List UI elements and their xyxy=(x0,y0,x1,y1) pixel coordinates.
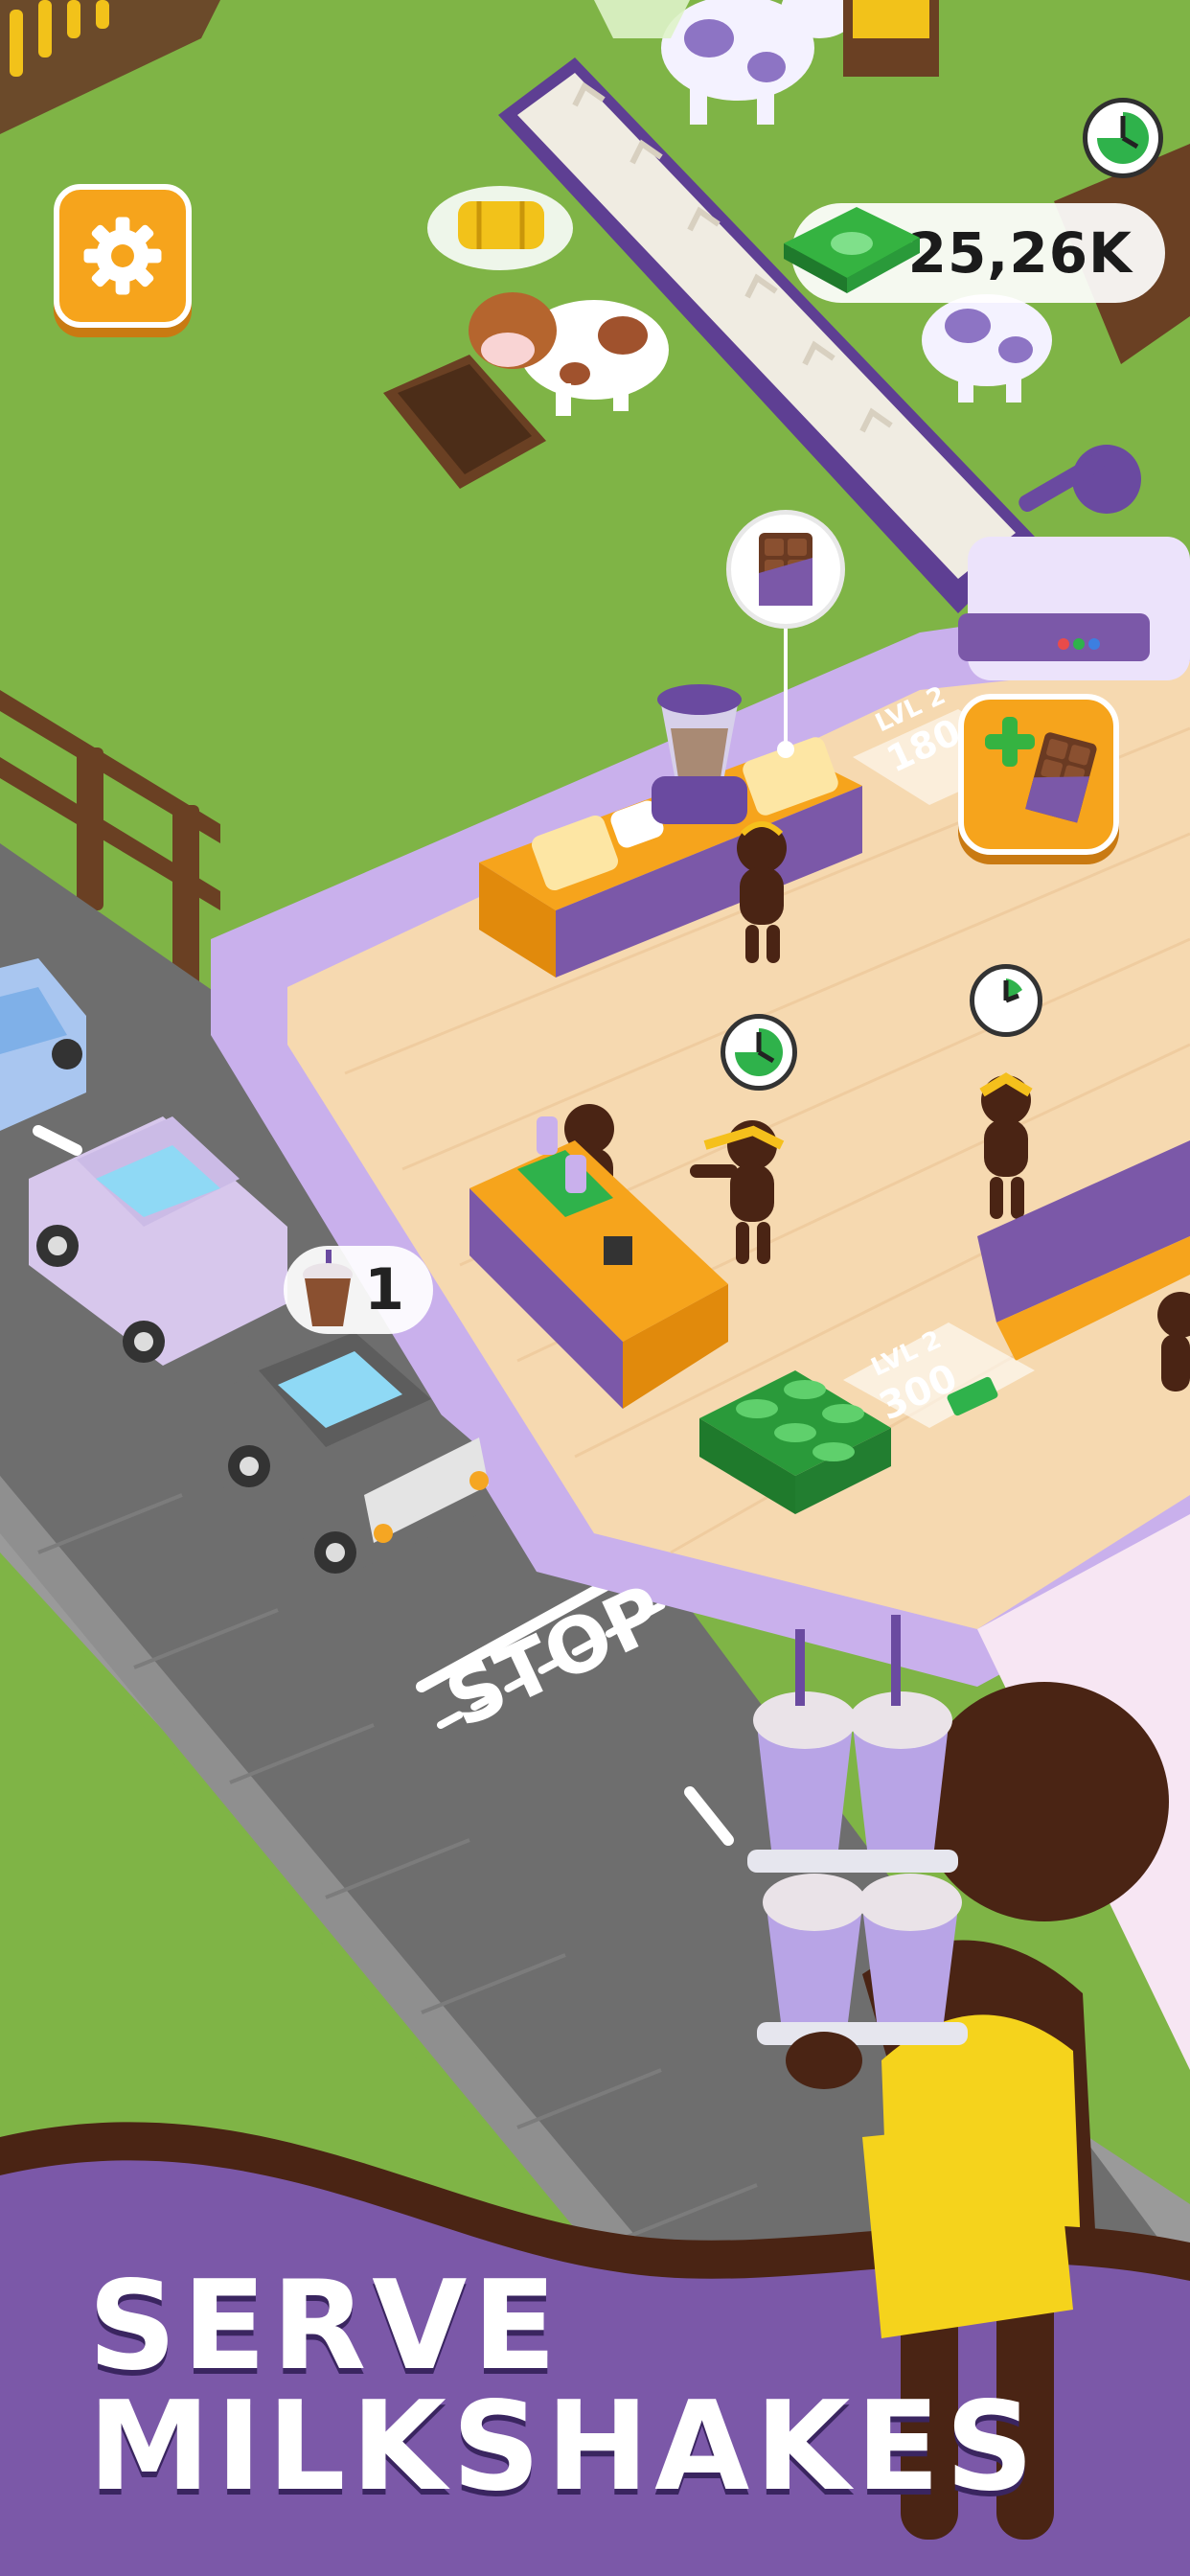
milkshake-cup-icon xyxy=(303,1250,353,1326)
stop-road-marking: STOP xyxy=(433,1572,671,1725)
ingredient-bubble xyxy=(726,510,845,629)
chocolate-bar-icon xyxy=(1025,732,1097,823)
add-ingredient-upgrade-button[interactable] xyxy=(958,694,1119,855)
station-level-tile-2[interactable]: LVL 2 300 xyxy=(843,1313,1006,1428)
timer-icon xyxy=(1083,98,1163,178)
station-level-tile-1[interactable]: LVL 2 180 xyxy=(834,671,977,786)
game-world xyxy=(0,0,1190,2576)
plus-icon xyxy=(985,717,1035,767)
hay-bubble xyxy=(427,186,573,270)
svg-text:STOP: STOP xyxy=(433,1572,671,1725)
money-value: 25,26K xyxy=(907,220,1133,286)
chocolate-bar-icon xyxy=(759,533,812,606)
timer-icon xyxy=(970,964,1042,1037)
gear-icon xyxy=(83,217,162,295)
timer-icon xyxy=(721,1014,797,1091)
cash-stack-icon xyxy=(784,207,920,293)
promo-title-line2: MILKSHAKES xyxy=(88,2376,1040,2518)
feed-trough-top xyxy=(843,0,939,77)
order-count: 1 xyxy=(364,1256,404,1323)
promo-title-line1: SERVE xyxy=(88,2255,562,2398)
settings-button[interactable] xyxy=(54,184,192,328)
